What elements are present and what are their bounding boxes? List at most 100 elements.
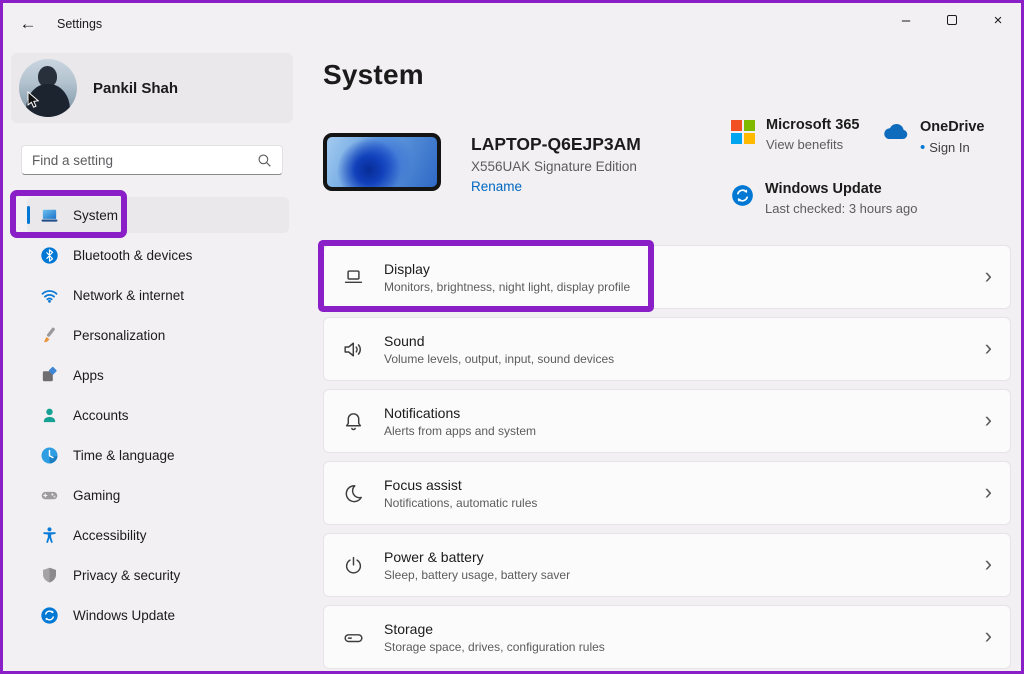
signin-bullet: •	[920, 139, 925, 156]
settings-row-sound[interactable]: Sound Volume levels, output, input, soun…	[323, 317, 1011, 381]
sidebar-item-accounts[interactable]: Accounts	[27, 397, 289, 433]
personalization-brush-icon	[39, 325, 59, 345]
sidebar-item-windows-update[interactable]: Windows Update	[27, 597, 289, 633]
search-box[interactable]	[21, 145, 283, 175]
microsoft-365-card: Microsoft 365 View benefits	[731, 117, 859, 152]
sidebar-item-label: Gaming	[73, 488, 120, 503]
sound-speaker-icon	[340, 336, 366, 362]
device-wallpaper-thumbnail	[323, 133, 441, 191]
last-checked-text: Last checked: 3 hours ago	[765, 201, 918, 216]
onedrive-card: OneDrive • Sign In	[879, 119, 984, 156]
sidebar-item-time-language[interactable]: Time & language	[27, 437, 289, 473]
time-language-clock-icon	[39, 445, 59, 465]
sidebar-item-privacy-security[interactable]: Privacy & security	[27, 557, 289, 593]
display-icon	[340, 264, 366, 290]
sidebar-item-gaming[interactable]: Gaming	[27, 477, 289, 513]
sidebar-item-system[interactable]: System	[27, 197, 289, 233]
system-laptop-icon	[39, 205, 59, 225]
row-subtitle: Notifications, automatic rules	[384, 496, 537, 510]
device-info: LAPTOP-Q6EJP3AM X556UAK Signature Editio…	[323, 133, 641, 194]
focus-assist-moon-icon	[340, 480, 366, 506]
close-icon: ×	[994, 12, 1003, 29]
storage-drive-icon	[340, 624, 366, 650]
sidebar-item-label: Personalization	[73, 328, 165, 343]
device-name: LAPTOP-Q6EJP3AM	[471, 134, 641, 155]
row-title: Sound	[384, 333, 614, 349]
rename-link[interactable]: Rename	[471, 179, 641, 194]
chevron-right-icon: ›	[985, 625, 992, 650]
sign-in-link[interactable]: Sign In	[929, 140, 969, 155]
privacy-shield-icon	[39, 565, 59, 585]
sidebar-item-label: System	[73, 208, 118, 223]
chevron-right-icon: ›	[985, 481, 992, 506]
row-subtitle: Storage space, drives, configuration rul…	[384, 640, 605, 654]
titlebar: ← Settings – ×	[3, 3, 1021, 45]
chevron-right-icon: ›	[985, 553, 992, 578]
row-title: Display	[384, 261, 630, 277]
onedrive-cloud-icon	[879, 122, 909, 142]
page-title: System	[323, 59, 424, 91]
sidebar-item-label: Accessibility	[73, 528, 147, 543]
accessibility-person-icon	[39, 525, 59, 545]
settings-row-focus-assist[interactable]: Focus assist Notifications, automatic ru…	[323, 461, 1011, 525]
user-account-card[interactable]: Pankil Shah	[11, 53, 293, 123]
microsoft-logo	[731, 120, 755, 144]
sidebar-item-network-internet[interactable]: Network & internet	[27, 277, 289, 313]
chevron-right-icon: ›	[985, 337, 992, 362]
window-title: Settings	[57, 17, 102, 31]
sidebar-item-apps[interactable]: Apps	[27, 357, 289, 393]
settings-rows: Display Monitors, brightness, night ligh…	[323, 245, 1011, 674]
sidebar-item-personalization[interactable]: Personalization	[27, 317, 289, 353]
settings-row-display[interactable]: Display Monitors, brightness, night ligh…	[323, 245, 1011, 309]
device-edition: X556UAK Signature Edition	[471, 159, 641, 174]
row-title: Notifications	[384, 405, 536, 421]
windows-update-icon	[39, 605, 59, 625]
sidebar-item-label: Apps	[73, 368, 104, 383]
row-subtitle: Monitors, brightness, night light, displ…	[384, 280, 630, 294]
sidebar-item-label: Accounts	[73, 408, 129, 423]
minimize-icon: –	[902, 12, 910, 29]
bluetooth-icon	[39, 245, 59, 265]
sidebar-item-label: Windows Update	[73, 608, 175, 623]
status-title: Microsoft 365	[766, 117, 859, 133]
minimize-button[interactable]: –	[883, 3, 929, 37]
status-title: OneDrive	[920, 119, 984, 135]
maximize-button[interactable]	[929, 3, 975, 37]
row-subtitle: Sleep, battery usage, battery saver	[384, 568, 570, 582]
apps-icon	[39, 365, 59, 385]
main-content: System LAPTOP-Q6EJP3AM X556UAK Signature…	[303, 45, 1021, 671]
row-title: Storage	[384, 621, 605, 637]
sidebar-item-label: Privacy & security	[73, 568, 180, 583]
notifications-bell-icon	[340, 408, 366, 434]
status-title: Windows Update	[765, 181, 918, 197]
view-benefits-link[interactable]: View benefits	[766, 137, 859, 152]
settings-row-power-battery[interactable]: Power & battery Sleep, battery usage, ba…	[323, 533, 1011, 597]
gaming-controller-icon	[39, 485, 59, 505]
chevron-right-icon: ›	[985, 265, 992, 290]
sidebar-item-label: Time & language	[73, 448, 175, 463]
settings-row-storage[interactable]: Storage Storage space, drives, configura…	[323, 605, 1011, 669]
power-icon	[340, 552, 366, 578]
row-title: Power & battery	[384, 549, 570, 565]
row-subtitle: Volume levels, output, input, sound devi…	[384, 352, 614, 366]
windows-update-card: Windows Update Last checked: 3 hours ago	[731, 181, 918, 216]
search-icon	[257, 153, 272, 168]
back-button[interactable]: ←	[11, 9, 45, 39]
accounts-person-icon	[39, 405, 59, 425]
back-arrow-icon: ←	[20, 14, 37, 34]
sidebar: Pankil Shah System Bluetooth & devices N…	[3, 45, 303, 671]
search-input[interactable]	[32, 153, 257, 168]
chevron-right-icon: ›	[985, 409, 992, 434]
network-wifi-icon	[39, 285, 59, 305]
settings-row-notifications[interactable]: Notifications Alerts from apps and syste…	[323, 389, 1011, 453]
sidebar-item-bluetooth-devices[interactable]: Bluetooth & devices	[27, 237, 289, 273]
sidebar-item-accessibility[interactable]: Accessibility	[27, 517, 289, 553]
close-button[interactable]: ×	[975, 3, 1021, 37]
windows-update-icon	[731, 184, 754, 207]
settings-window: ← Settings – × Pankil Shah System Blueto…	[0, 0, 1024, 674]
sidebar-item-label: Bluetooth & devices	[73, 248, 192, 263]
sidebar-nav: System Bluetooth & devices Network & int…	[27, 197, 289, 633]
row-subtitle: Alerts from apps and system	[384, 424, 536, 438]
window-controls: – ×	[883, 3, 1021, 45]
maximize-icon	[947, 15, 957, 25]
